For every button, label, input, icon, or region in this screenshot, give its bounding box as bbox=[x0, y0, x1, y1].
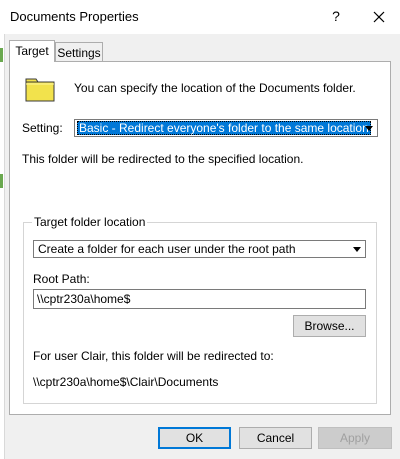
setting-label: Setting: bbox=[22, 121, 63, 135]
help-button[interactable]: ? bbox=[326, 6, 346, 26]
intro-text: You can specify the location of the Docu… bbox=[74, 81, 356, 95]
title-bar: Documents Properties ? bbox=[4, 0, 400, 34]
redirect-note: This folder will be redirected to the sp… bbox=[22, 152, 304, 166]
root-path-value: \\cptr230a\home$ bbox=[37, 292, 131, 306]
root-path-label: Root Path: bbox=[33, 272, 90, 286]
target-location-value: Create a folder for each user under the … bbox=[38, 242, 296, 256]
target-location-dropdown[interactable]: Create a folder for each user under the … bbox=[33, 240, 366, 258]
target-tab-panel: You can specify the location of the Docu… bbox=[9, 61, 391, 415]
setting-value: Basic - Redirect everyone's folder to th… bbox=[77, 121, 371, 135]
target-folder-location-group: Target folder location Create a folder f… bbox=[23, 215, 377, 404]
chevron-down-icon bbox=[353, 247, 361, 252]
group-label: Target folder location bbox=[32, 215, 148, 229]
tab-target[interactable]: Target bbox=[9, 40, 55, 62]
browse-button[interactable]: Browse... bbox=[293, 315, 366, 337]
ok-button[interactable]: OK bbox=[158, 427, 231, 449]
window-title: Documents Properties bbox=[10, 9, 139, 24]
close-button[interactable] bbox=[368, 6, 390, 28]
example-text: For user Clair, this folder will be redi… bbox=[33, 349, 274, 363]
folder-icon bbox=[25, 78, 55, 102]
background-window-edge bbox=[0, 0, 5, 459]
tab-settings[interactable]: Settings bbox=[55, 42, 103, 62]
apply-button[interactable]: Apply bbox=[318, 427, 392, 449]
background-marker bbox=[0, 48, 3, 62]
cancel-button[interactable]: Cancel bbox=[239, 427, 312, 449]
chevron-down-icon bbox=[365, 126, 373, 131]
root-path-input[interactable]: \\cptr230a\home$ bbox=[33, 289, 366, 309]
setting-dropdown[interactable]: Basic - Redirect everyone's folder to th… bbox=[74, 119, 378, 137]
close-icon bbox=[373, 11, 385, 23]
background-marker bbox=[0, 174, 3, 188]
example-path: \\cptr230a\home$\Clair\Documents bbox=[33, 375, 219, 389]
